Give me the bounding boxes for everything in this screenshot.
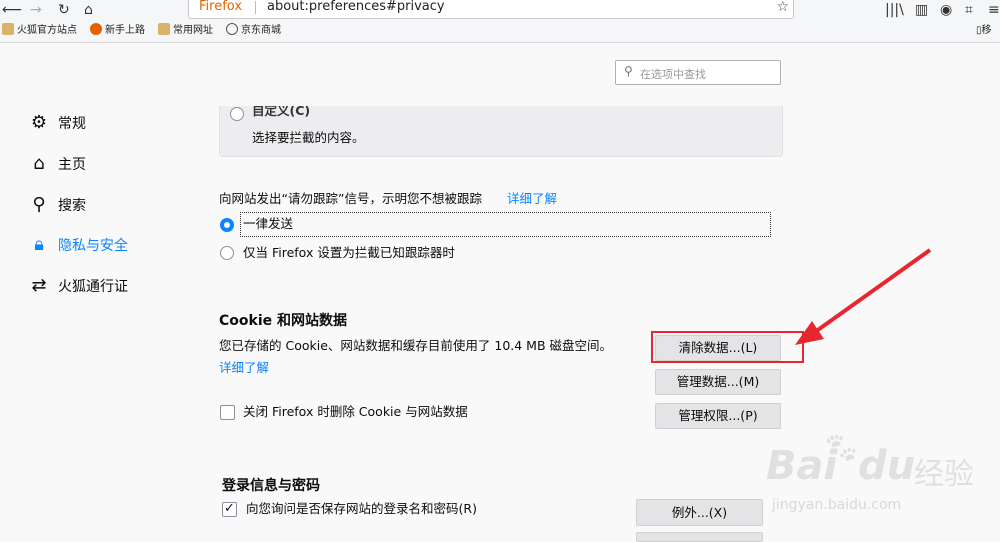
reload-icon[interactable]: ↻	[58, 1, 70, 19]
watermark-cn: 经验	[914, 457, 974, 492]
sidebar-icon[interactable]: ▥	[915, 1, 928, 19]
sidebar-item-sync[interactable]: ⇄ 火狐通行证	[28, 275, 128, 297]
dnt-intro: 向网站发出“请勿跟踪”信号，示明您不想被跟踪	[219, 191, 482, 206]
scroll-mask	[200, 94, 800, 106]
home-icon[interactable]: ⌂	[84, 1, 93, 19]
manage-data-button[interactable]: 管理数据...(M)	[655, 369, 781, 395]
sidebar-item-privacy[interactable]: 🔒︎ 隐私与安全	[28, 234, 128, 256]
ask-save-logins-checkbox[interactable]: ✓	[222, 502, 237, 517]
menu-icon[interactable]: ≡	[988, 1, 1000, 19]
firefox-identity-label: Firefox	[199, 0, 243, 14]
sidebar-item-general[interactable]: ⚙ 常规	[28, 112, 86, 134]
dnt-always-radio[interactable]	[220, 218, 234, 232]
folder-icon	[2, 23, 14, 35]
browser-toolbar: ⟵ → ↻ ⌂ Firefox about:preferences#privac…	[0, 0, 1000, 20]
sidebar-item-search[interactable]: ⚲ 搜索	[28, 194, 86, 216]
back-icon[interactable]: ⟵	[2, 1, 22, 19]
paw-icon: 🐾︎	[822, 431, 861, 466]
cookies-heading: Cookie 和网站数据	[219, 313, 347, 329]
firefox-icon	[90, 23, 102, 35]
baidu-watermark: Bai 🐾︎ du 经验 jingyan.baidu.com	[742, 431, 992, 535]
bookmark-item[interactable]: 常用网址	[158, 23, 213, 39]
search-icon: ⚲	[32, 194, 46, 215]
dnt-always-label: 一律发送	[243, 216, 294, 231]
folder-icon	[158, 23, 170, 35]
dnt-learn-more-link[interactable]: 详细了解	[507, 190, 557, 208]
focus-ring	[240, 212, 771, 237]
bookmark-star-icon[interactable]: ☆	[776, 0, 789, 16]
home-icon: ⌂	[33, 153, 45, 174]
cookies-usage-text: 您已存储的 Cookie、网站数据和缓存目前使用了 10.4 MB 磁盘空间。	[219, 338, 613, 353]
annotation-arrow	[795, 248, 932, 345]
mobile-bookmarks[interactable]: ▯移	[976, 23, 992, 39]
sidebar-item-home[interactable]: ⌂ 主页	[28, 153, 86, 175]
delete-on-close-label: 关闭 Firefox 时删除 Cookie 与网站数据	[243, 404, 468, 419]
annotation-highlight-box	[651, 331, 804, 363]
sync-icon: ⇄	[31, 275, 47, 296]
library-icon[interactable]: |||\	[885, 1, 904, 19]
url-text[interactable]: about:preferences#privacy	[267, 0, 445, 16]
search-icon: ⚲	[624, 64, 633, 78]
watermark-url: jingyan.baidu.com	[772, 497, 902, 513]
dnt-only-radio[interactable]	[220, 246, 234, 260]
account-icon[interactable]: ◉	[940, 1, 952, 19]
gear-icon: ⚙	[30, 112, 48, 133]
custom-radio[interactable]	[230, 107, 244, 121]
dnt-only-label: 仅当 Firefox 设置为拦截已知跟踪器时	[243, 245, 455, 260]
logins-heading: 登录信息与密码	[222, 478, 320, 494]
bookmark-item[interactable]: 火狐官方站点	[2, 23, 77, 39]
globe-icon	[226, 23, 238, 35]
bookmarks-bar	[0, 20, 1000, 43]
custom-description: 选择要拦截的内容。	[252, 130, 365, 145]
forward-icon[interactable]: →	[30, 1, 42, 19]
bookmark-item[interactable]: 京东商城	[226, 23, 281, 39]
lock-icon: 🔒︎	[34, 234, 44, 255]
manage-permissions-button[interactable]: 管理权限...(P)	[655, 403, 781, 429]
url-separator	[255, 1, 256, 14]
bookmark-item[interactable]: 新手上路	[90, 23, 145, 39]
ask-save-logins-label: 向您询问是否保存网站的登录名和密码(R)	[246, 501, 477, 516]
delete-on-close-checkbox[interactable]	[220, 405, 235, 420]
cookies-learn-more-link[interactable]: 详细了解	[219, 359, 269, 377]
url-bar[interactable]: Firefox about:preferences#privacy ☆	[188, 0, 794, 19]
screenshot-icon[interactable]: ⌗	[965, 1, 973, 19]
search-placeholder: 在选项中查找	[640, 68, 706, 81]
search-options-input[interactable]: ⚲ 在选项中查找	[615, 60, 781, 85]
watermark-brand-2: du	[858, 443, 916, 489]
